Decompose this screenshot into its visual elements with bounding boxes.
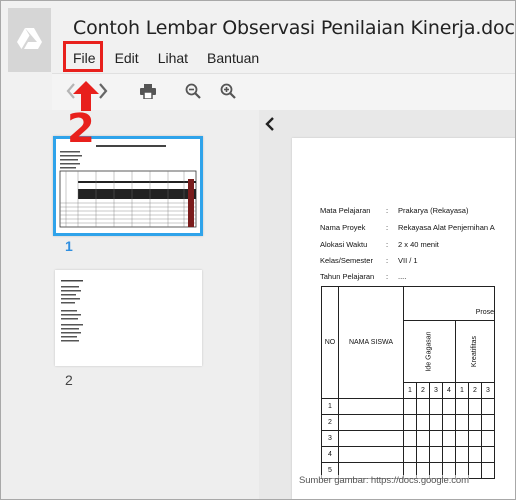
header-student-name: NAMA SISWA — [338, 286, 404, 399]
page-number-label-1: 1 — [65, 238, 73, 254]
meta-row-year: Tahun Pelajaran : .... — [320, 272, 407, 281]
file-menu-highlight-box — [63, 41, 103, 72]
menu-help[interactable]: Bantuan — [207, 49, 259, 69]
image-source-caption: Sumber gambar: https://docs.google.com — [299, 475, 469, 486]
zoom-out-button[interactable] — [182, 80, 204, 102]
score-cell: 3 — [481, 381, 495, 399]
page-number-label-2: 2 — [65, 372, 73, 388]
zoom-in-icon — [220, 83, 236, 99]
meta-row-time: Alokasi Waktu : 2 x 40 menit — [320, 240, 439, 249]
aspect-creativity-header: Kreatifitas — [455, 319, 495, 383]
document-page-1: Mata Pelajaran : Prakarya (Rekayasa) Nam… — [292, 138, 515, 499]
score-cell: 1 — [403, 381, 417, 399]
chevron-right-icon — [99, 83, 108, 99]
aspect-idea-header: Ide Gagasan — [403, 319, 456, 383]
score-cell: 3 — [429, 381, 443, 399]
table-row: 4 — [321, 445, 495, 463]
menu-view[interactable]: Lihat — [158, 49, 188, 69]
page-thumbnail-sidebar: 1 2 — [1, 110, 259, 499]
document-title: Contoh Lembar Observasi Penilaian Kinerj… — [73, 17, 516, 39]
score-cell: 2 — [416, 381, 430, 399]
table-row: 3 — [321, 429, 495, 447]
menu-bar: File Edit Lihat Bantuan — [73, 49, 278, 69]
process-group-header: Prose — [403, 304, 495, 321]
toolbar — [52, 73, 515, 110]
observation-table: NO NAMA SISWA Prose Ide Gagasan Kreatifi… — [321, 286, 495, 479]
page-thumbnail-2[interactable] — [55, 270, 202, 366]
print-icon — [140, 83, 156, 99]
table-row: 1 — [321, 397, 495, 415]
zoom-out-icon — [185, 83, 201, 99]
score-cell: 4 — [442, 381, 456, 399]
zoom-in-button[interactable] — [217, 80, 239, 102]
collapse-sidebar-button[interactable] — [265, 117, 275, 136]
meta-row-class: Kelas/Semester : VII / 1 — [320, 256, 418, 265]
score-cell: 1 — [455, 381, 469, 399]
step-number-annotation: 2 — [67, 106, 95, 152]
document-page-area[interactable]: Mata Pelajaran : Prakarya (Rekayasa) Nam… — [259, 110, 515, 499]
header-no: NO — [321, 286, 339, 399]
menu-edit[interactable]: Edit — [115, 49, 139, 69]
google-drive-icon — [17, 28, 42, 49]
drive-logo-button[interactable] — [8, 8, 51, 72]
meta-row-subject: Mata Pelajaran : Prakarya (Rekayasa) — [320, 206, 469, 215]
table-row: 2 — [321, 413, 495, 431]
chevron-left-icon — [265, 117, 274, 131]
meta-row-project: Nama Proyek : Rekayasa Alat Penjernihan … — [320, 223, 495, 232]
document-viewer-window: Contoh Lembar Observasi Penilaian Kinerj… — [0, 0, 516, 500]
page-1-preview — [59, 145, 197, 228]
page-2-preview — [61, 280, 83, 342]
score-cell: 2 — [468, 381, 482, 399]
print-button[interactable] — [137, 80, 159, 102]
